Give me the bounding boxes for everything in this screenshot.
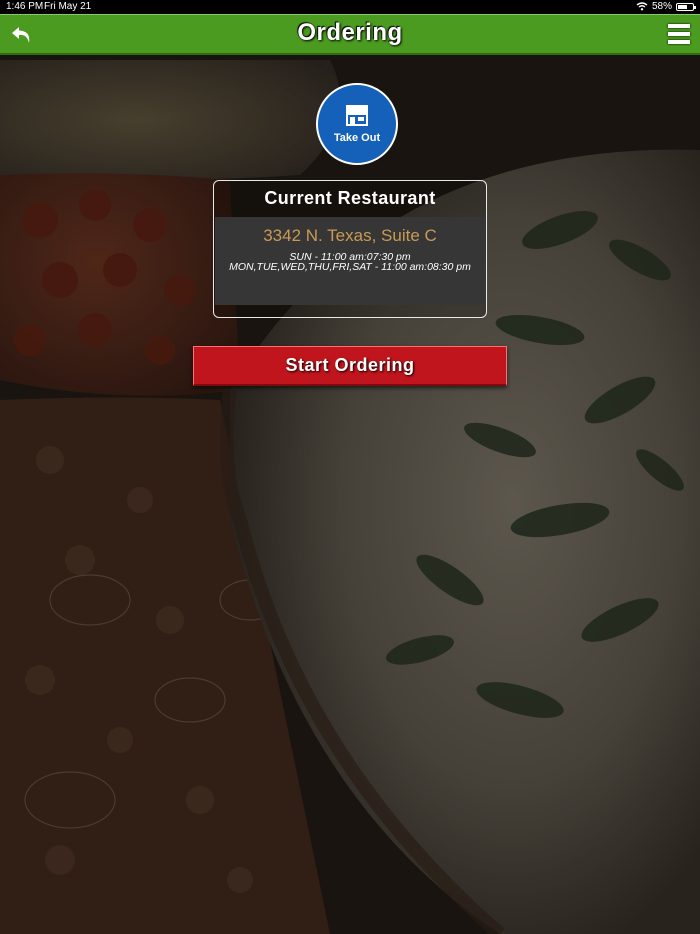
- start-ordering-button[interactable]: Start Ordering: [193, 346, 507, 386]
- header-bar: Ordering: [0, 14, 700, 55]
- page-title: Ordering: [297, 19, 403, 46]
- battery-percent: 58%: [651, 1, 672, 12]
- wifi-icon: [636, 2, 648, 11]
- status-right: 58%: [636, 1, 696, 12]
- hours-line: MON,TUE,WED,THU,FRI,SAT - 11:00 am:08:30…: [229, 261, 471, 273]
- menu-bar: [668, 24, 690, 28]
- menu-bar: [668, 32, 690, 36]
- takeout-label: Take Out: [333, 132, 381, 144]
- restaurant-hours: SUN - 11:00 am:07:30 pm MON,TUE,WED,THU,…: [215, 252, 485, 273]
- restaurant-address[interactable]: 3342 N. Texas, Suite C: [215, 226, 485, 246]
- status-time: 1:46 PM: [6, 1, 44, 12]
- takeout-button[interactable]: Take Out: [316, 83, 398, 165]
- battery-icon: [676, 2, 696, 11]
- menu-bar: [668, 40, 690, 44]
- status-date: Fri May 21: [44, 1, 92, 12]
- battery-fill: [678, 4, 688, 9]
- hamburger-menu-button[interactable]: [666, 21, 692, 49]
- current-restaurant-card: Current Restaurant 3342 N. Texas, Suite …: [213, 180, 487, 318]
- restaurant-info: 3342 N. Texas, Suite C SUN - 11:00 am:07…: [215, 217, 485, 305]
- status-bar: 1:46 PM Fri May 21 58%: [0, 0, 700, 14]
- card-heading: Current Restaurant: [264, 188, 436, 208]
- storefront-icon: [346, 105, 368, 126]
